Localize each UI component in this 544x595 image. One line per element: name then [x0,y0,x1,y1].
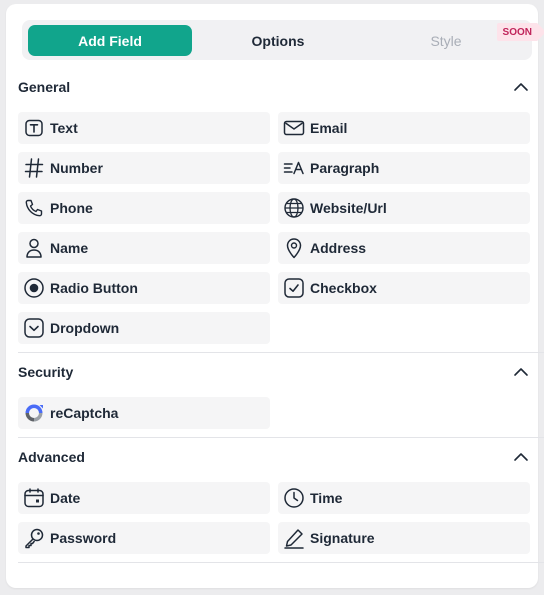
calendar-icon [23,487,45,509]
email-icon [283,117,305,139]
field-number[interactable]: Number [18,152,270,184]
field-dropdown[interactable]: Dropdown [18,312,270,344]
checkbox-icon [283,277,305,299]
add-field-panel: Add Field Options Style SOON General Tex… [6,4,544,588]
field-time[interactable]: Time [278,482,530,514]
clock-icon [283,487,305,509]
field-signature[interactable]: Signature [278,522,530,554]
field-label: Checkbox [310,280,377,296]
section-header-advanced[interactable]: Advanced [18,446,530,468]
phone-icon [23,197,45,219]
field-label: Signature [310,530,375,546]
field-checkbox[interactable]: Checkbox [278,272,530,304]
field-email[interactable]: Email [278,112,530,144]
field-label: Password [50,530,117,546]
field-label: Time [310,490,343,506]
soon-badge: SOON [496,23,544,41]
field-radio-button[interactable]: Radio Button [18,272,270,304]
dropdown-icon [23,317,45,339]
field-label: Radio Button [50,280,138,296]
section-title-advanced: Advanced [18,449,85,465]
field-label: Date [50,490,81,506]
section-header-general[interactable]: General [18,76,530,98]
field-text[interactable]: Text [18,112,270,144]
chevron-up-icon[interactable] [512,78,530,96]
field-label: Email [310,120,348,136]
field-label: reCaptcha [50,405,119,421]
field-label: Paragraph [310,160,380,176]
field-label: Text [50,120,78,136]
field-label: Address [310,240,367,256]
field-paragraph[interactable]: Paragraph [278,152,530,184]
key-icon [23,527,45,549]
pen-icon [283,527,305,549]
field-address[interactable]: Address [278,232,530,264]
chevron-up-icon[interactable] [512,363,530,381]
radio-icon [23,277,45,299]
field-website[interactable]: Website/Url [278,192,530,224]
field-phone[interactable]: Phone [18,192,270,224]
field-name[interactable]: Name [18,232,270,264]
field-recaptcha[interactable]: reCaptcha [18,397,270,429]
paragraph-icon [283,157,305,179]
chevron-up-icon[interactable] [512,448,530,466]
recaptcha-icon [23,402,45,424]
field-label: Website/Url [310,200,387,216]
tab-bar: Add Field Options Style SOON [22,20,544,60]
tab-add-field[interactable]: Add Field [28,25,192,56]
field-date[interactable]: Date [18,482,270,514]
field-label: Number [50,160,103,176]
section-divider [18,562,544,563]
field-label: Dropdown [50,320,120,336]
text-icon [23,117,45,139]
number-icon [23,157,45,179]
section-divider [18,352,544,353]
field-password[interactable]: Password [18,522,270,554]
tab-style-label: Style [430,32,462,49]
tab-options[interactable]: Options [196,25,360,56]
user-icon [23,237,45,259]
section-divider [18,437,544,438]
section-title-general: General [18,79,71,95]
globe-icon [283,197,305,219]
location-pin-icon [283,237,305,259]
section-title-security: Security [18,364,74,380]
field-label: Phone [50,200,93,216]
section-header-security[interactable]: Security [18,361,530,383]
field-label: Name [50,240,89,256]
